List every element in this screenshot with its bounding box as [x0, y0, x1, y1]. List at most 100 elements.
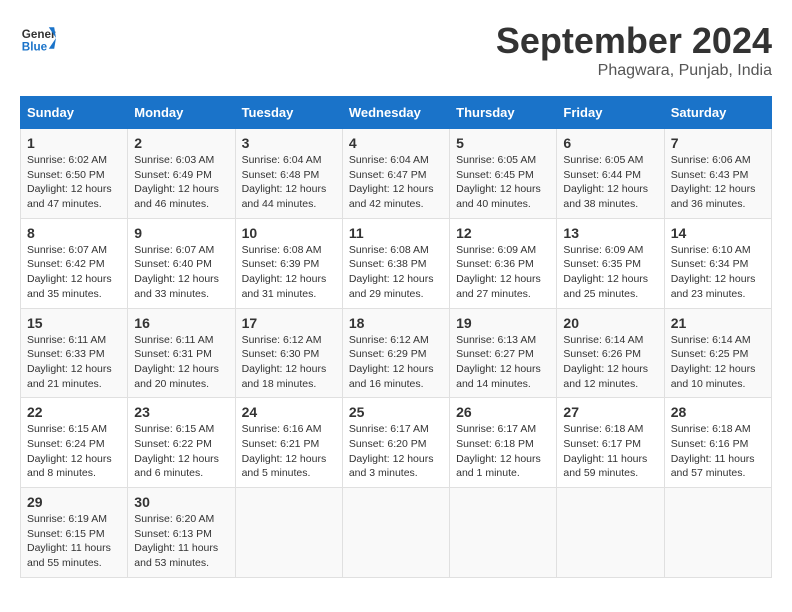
calendar-table: SundayMondayTuesdayWednesdayThursdayFrid… — [20, 96, 772, 578]
day-info: Sunrise: 6:16 AM Sunset: 6:21 PM Dayligh… — [242, 422, 336, 481]
day-info: Sunrise: 6:04 AM Sunset: 6:48 PM Dayligh… — [242, 153, 336, 212]
calendar-cell — [342, 488, 449, 578]
day-number: 26 — [456, 404, 550, 420]
calendar-cell: 10 Sunrise: 6:08 AM Sunset: 6:39 PM Dayli… — [235, 218, 342, 308]
calendar-cell: 11 Sunrise: 6:08 AM Sunset: 6:38 PM Dayli… — [342, 218, 449, 308]
calendar-cell: 18Sunrise: 6:12 AM Sunset: 6:29 PM Dayli… — [342, 308, 449, 398]
day-number: 25 — [349, 404, 443, 420]
day-number: 15 — [27, 315, 121, 331]
day-info: Sunrise: 6:15 AM Sunset: 6:22 PM Dayligh… — [134, 422, 228, 481]
month-title: September 2024 — [496, 20, 772, 62]
calendar-cell: 2 Sunrise: 6:03 AM Sunset: 6:49 PM Daylig… — [128, 129, 235, 219]
calendar-cell: 30 Sunrise: 6:20 AM Sunset: 6:13 PM Dayli… — [128, 488, 235, 578]
calendar-cell: 5 Sunrise: 6:05 AM Sunset: 6:45 PM Daylig… — [450, 129, 557, 219]
day-number: 13 — [563, 225, 657, 241]
day-header-wednesday: Wednesday — [342, 97, 449, 129]
day-info: Sunrise: 6:08 AM Sunset: 6:38 PM Dayligh… — [349, 243, 443, 302]
location: Phagwara, Punjab, India — [496, 62, 772, 80]
day-info: Sunrise: 6:11 AM Sunset: 6:33 PM Dayligh… — [27, 333, 121, 392]
calendar-cell: 15 Sunrise: 6:11 AM Sunset: 6:33 PM Dayli… — [21, 308, 128, 398]
calendar-cell: 7 Sunrise: 6:06 AM Sunset: 6:43 PM Daylig… — [664, 129, 771, 219]
day-header-monday: Monday — [128, 97, 235, 129]
calendar-cell: 29 Sunrise: 6:19 AM Sunset: 6:15 PM Dayli… — [21, 488, 128, 578]
day-number: 20 — [563, 315, 657, 331]
calendar-cell: 22 Sunrise: 6:15 AM Sunset: 6:24 PM Dayli… — [21, 398, 128, 488]
day-info: Sunrise: 6:05 AM Sunset: 6:45 PM Dayligh… — [456, 153, 550, 212]
day-number: 9 — [134, 225, 228, 241]
day-number: 18 — [349, 315, 443, 331]
calendar-cell: 17Sunrise: 6:12 AM Sunset: 6:30 PM Dayli… — [235, 308, 342, 398]
day-number: 3 — [242, 135, 336, 151]
day-number: 6 — [563, 135, 657, 151]
day-number: 5 — [456, 135, 550, 151]
calendar-cell: 23 Sunrise: 6:15 AM Sunset: 6:22 PM Dayli… — [128, 398, 235, 488]
day-info: Sunrise: 6:07 AM Sunset: 6:42 PM Dayligh… — [27, 243, 121, 302]
calendar-cell: 21Sunrise: 6:14 AM Sunset: 6:25 PM Dayli… — [664, 308, 771, 398]
page-header: General Blue September 2024 Phagwara, Pu… — [20, 20, 772, 80]
day-number: 27 — [563, 404, 657, 420]
calendar-cell: 27 Sunrise: 6:18 AM Sunset: 6:17 PM Dayli… — [557, 398, 664, 488]
day-number: 29 — [27, 494, 121, 510]
calendar-cell: 9 Sunrise: 6:07 AM Sunset: 6:40 PM Daylig… — [128, 218, 235, 308]
calendar-cell: 3 Sunrise: 6:04 AM Sunset: 6:48 PM Daylig… — [235, 129, 342, 219]
day-number: 11 — [349, 225, 443, 241]
day-header-sunday: Sunday — [21, 97, 128, 129]
day-info: Sunrise: 6:07 AM Sunset: 6:40 PM Dayligh… — [134, 243, 228, 302]
day-header-thursday: Thursday — [450, 97, 557, 129]
day-info: Sunrise: 6:10 AM Sunset: 6:34 PM Dayligh… — [671, 243, 765, 302]
title-block: September 2024 Phagwara, Punjab, India — [496, 20, 772, 80]
week-row-4: 22 Sunrise: 6:15 AM Sunset: 6:24 PM Dayli… — [21, 398, 772, 488]
day-info: Sunrise: 6:18 AM Sunset: 6:16 PM Dayligh… — [671, 422, 765, 481]
calendar-cell: 28 Sunrise: 6:18 AM Sunset: 6:16 PM Dayli… — [664, 398, 771, 488]
logo-icon: General Blue — [20, 20, 56, 56]
day-info: Sunrise: 6:05 AM Sunset: 6:44 PM Dayligh… — [563, 153, 657, 212]
day-info: Sunrise: 6:19 AM Sunset: 6:15 PM Dayligh… — [27, 512, 121, 571]
day-number: 14 — [671, 225, 765, 241]
day-info: Sunrise: 6:18 AM Sunset: 6:17 PM Dayligh… — [563, 422, 657, 481]
calendar-cell: 24 Sunrise: 6:16 AM Sunset: 6:21 PM Dayli… — [235, 398, 342, 488]
calendar-cell: 25 Sunrise: 6:17 AM Sunset: 6:20 PM Dayli… — [342, 398, 449, 488]
day-number: 1 — [27, 135, 121, 151]
day-info: Sunrise: 6:17 AM Sunset: 6:20 PM Dayligh… — [349, 422, 443, 481]
week-row-2: 8 Sunrise: 6:07 AM Sunset: 6:42 PM Daylig… — [21, 218, 772, 308]
day-info: Sunrise: 6:11 AM Sunset: 6:31 PM Dayligh… — [134, 333, 228, 392]
calendar-cell: 19 Sunrise: 6:13 AM Sunset: 6:27 PM Dayli… — [450, 308, 557, 398]
day-number: 21 — [671, 315, 765, 331]
day-number: 7 — [671, 135, 765, 151]
day-info: Sunrise: 6:08 AM Sunset: 6:39 PM Dayligh… — [242, 243, 336, 302]
day-number: 24 — [242, 404, 336, 420]
day-header-friday: Friday — [557, 97, 664, 129]
calendar-cell: 16Sunrise: 6:11 AM Sunset: 6:31 PM Dayli… — [128, 308, 235, 398]
day-number: 28 — [671, 404, 765, 420]
calendar-cell: 13 Sunrise: 6:09 AM Sunset: 6:35 PM Dayli… — [557, 218, 664, 308]
day-info: Sunrise: 6:03 AM Sunset: 6:49 PM Dayligh… — [134, 153, 228, 212]
calendar-cell: 14 Sunrise: 6:10 AM Sunset: 6:34 PM Dayli… — [664, 218, 771, 308]
calendar-cell: 1 Sunrise: 6:02 AM Sunset: 6:50 PM Daylig… — [21, 129, 128, 219]
calendar-cell: 26Sunrise: 6:17 AM Sunset: 6:18 PM Dayli… — [450, 398, 557, 488]
day-number: 22 — [27, 404, 121, 420]
day-info: Sunrise: 6:09 AM Sunset: 6:35 PM Dayligh… — [563, 243, 657, 302]
calendar-cell: 12Sunrise: 6:09 AM Sunset: 6:36 PM Dayli… — [450, 218, 557, 308]
day-info: Sunrise: 6:02 AM Sunset: 6:50 PM Dayligh… — [27, 153, 121, 212]
week-row-5: 29 Sunrise: 6:19 AM Sunset: 6:15 PM Dayli… — [21, 488, 772, 578]
calendar-cell — [664, 488, 771, 578]
week-row-3: 15 Sunrise: 6:11 AM Sunset: 6:33 PM Dayli… — [21, 308, 772, 398]
day-header-saturday: Saturday — [664, 97, 771, 129]
day-info: Sunrise: 6:15 AM Sunset: 6:24 PM Dayligh… — [27, 422, 121, 481]
day-number: 2 — [134, 135, 228, 151]
calendar-cell: 6 Sunrise: 6:05 AM Sunset: 6:44 PM Daylig… — [557, 129, 664, 219]
day-info: Sunrise: 6:12 AM Sunset: 6:30 PM Dayligh… — [242, 333, 336, 392]
day-info: Sunrise: 6:06 AM Sunset: 6:43 PM Dayligh… — [671, 153, 765, 212]
day-info: Sunrise: 6:04 AM Sunset: 6:47 PM Dayligh… — [349, 153, 443, 212]
day-number: 30 — [134, 494, 228, 510]
day-number: 12 — [456, 225, 550, 241]
calendar-cell — [450, 488, 557, 578]
day-header-tuesday: Tuesday — [235, 97, 342, 129]
day-number: 4 — [349, 135, 443, 151]
day-number: 10 — [242, 225, 336, 241]
day-number: 19 — [456, 315, 550, 331]
day-number: 23 — [134, 404, 228, 420]
day-info: Sunrise: 6:13 AM Sunset: 6:27 PM Dayligh… — [456, 333, 550, 392]
day-info: Sunrise: 6:20 AM Sunset: 6:13 PM Dayligh… — [134, 512, 228, 571]
day-number: 8 — [27, 225, 121, 241]
